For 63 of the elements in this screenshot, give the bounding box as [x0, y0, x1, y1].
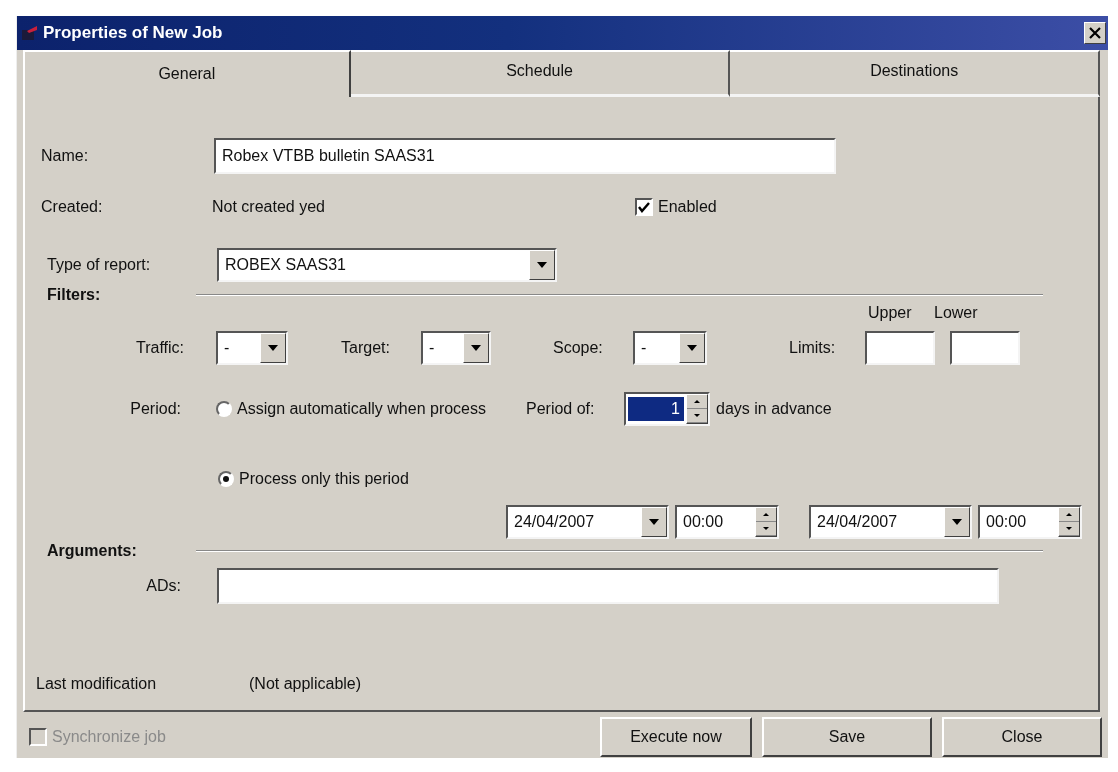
- enabled-checkbox[interactable]: Enabled: [635, 198, 717, 216]
- filter-label: Limits:: [789, 339, 837, 357]
- filter-label: Target:: [341, 339, 391, 357]
- last-modification-value: (Not applicable): [249, 675, 363, 693]
- dialog-button[interactable]: Close: [942, 716, 1102, 757]
- window-title: Properties of New Job: [43, 23, 224, 43]
- field-label: Period of:: [526, 400, 596, 418]
- time-spinner[interactable]: 00:00: [675, 505, 779, 539]
- down-arrow-icon: [1066, 527, 1072, 530]
- field-label: Type of report:: [47, 256, 152, 274]
- checkbox-label: Synchronize job: [52, 727, 166, 746]
- caret-icon: [952, 519, 962, 525]
- dialog-button[interactable]: Save: [762, 716, 932, 757]
- filter-label: Traffic:: [135, 339, 184, 357]
- date-dropdown[interactable]: 24/04/2007: [809, 505, 972, 539]
- close-button[interactable]: [1084, 22, 1106, 44]
- spinner-button[interactable]: [686, 394, 708, 424]
- tab[interactable]: Destinations: [730, 50, 1100, 97]
- time-spinner[interactable]: 00:00: [978, 505, 1082, 539]
- field-label: Created:: [41, 198, 104, 216]
- close-icon: [1089, 27, 1101, 39]
- unit-label: days in advance: [716, 400, 833, 418]
- app-icon: [21, 25, 39, 41]
- report-type-dropdown[interactable]: ROBEX SAAS31: [217, 248, 557, 282]
- filter-label: Scope:: [553, 339, 604, 357]
- dialog-button[interactable]: Execute now: [600, 716, 752, 757]
- check-icon: [638, 201, 650, 213]
- name-field[interactable]: Robex VTBB bulletin SAAS31: [214, 138, 836, 174]
- checkbox[interactable]: [635, 198, 653, 216]
- caret-icon: [687, 345, 697, 351]
- field-label: ADs:: [145, 577, 181, 595]
- filter-dropdown[interactable]: -: [216, 331, 288, 365]
- up-arrow-icon: [1066, 513, 1072, 516]
- lower-limit-field[interactable]: [950, 331, 1020, 365]
- radio-button[interactable]: [218, 471, 234, 487]
- caret-icon: [649, 519, 659, 525]
- caret-icon: [471, 345, 481, 351]
- section-heading: Filters:: [47, 286, 102, 304]
- column-heading: Upper: [868, 304, 913, 322]
- filter-dropdown[interactable]: -: [421, 331, 491, 365]
- date-dropdown[interactable]: 24/04/2007: [506, 505, 669, 539]
- field-label: Period:: [129, 400, 181, 418]
- up-arrow-icon: [763, 513, 769, 516]
- checkbox-label: Enabled: [658, 198, 717, 216]
- ads-field[interactable]: [217, 568, 999, 604]
- period-spinner[interactable]: 1: [624, 392, 710, 426]
- caret-icon: [268, 345, 278, 351]
- created-value: Not created yed: [212, 198, 326, 216]
- radio-button[interactable]: [216, 401, 232, 417]
- section-heading: Arguments:: [47, 542, 138, 560]
- field-label: Last modification: [36, 675, 158, 693]
- filter-dropdown[interactable]: -: [633, 331, 707, 365]
- tab[interactable]: General: [23, 50, 351, 97]
- up-arrow-icon: [694, 400, 700, 403]
- caret-icon: [537, 262, 547, 268]
- column-heading: Lower: [934, 304, 979, 322]
- down-arrow-icon: [763, 527, 769, 530]
- spinner-button[interactable]: [755, 507, 777, 537]
- down-arrow-icon: [694, 414, 700, 417]
- upper-limit-field[interactable]: [865, 331, 935, 365]
- spinner-button[interactable]: [1058, 507, 1080, 537]
- field-label: Name:: [41, 147, 90, 165]
- tab[interactable]: Schedule: [350, 50, 731, 97]
